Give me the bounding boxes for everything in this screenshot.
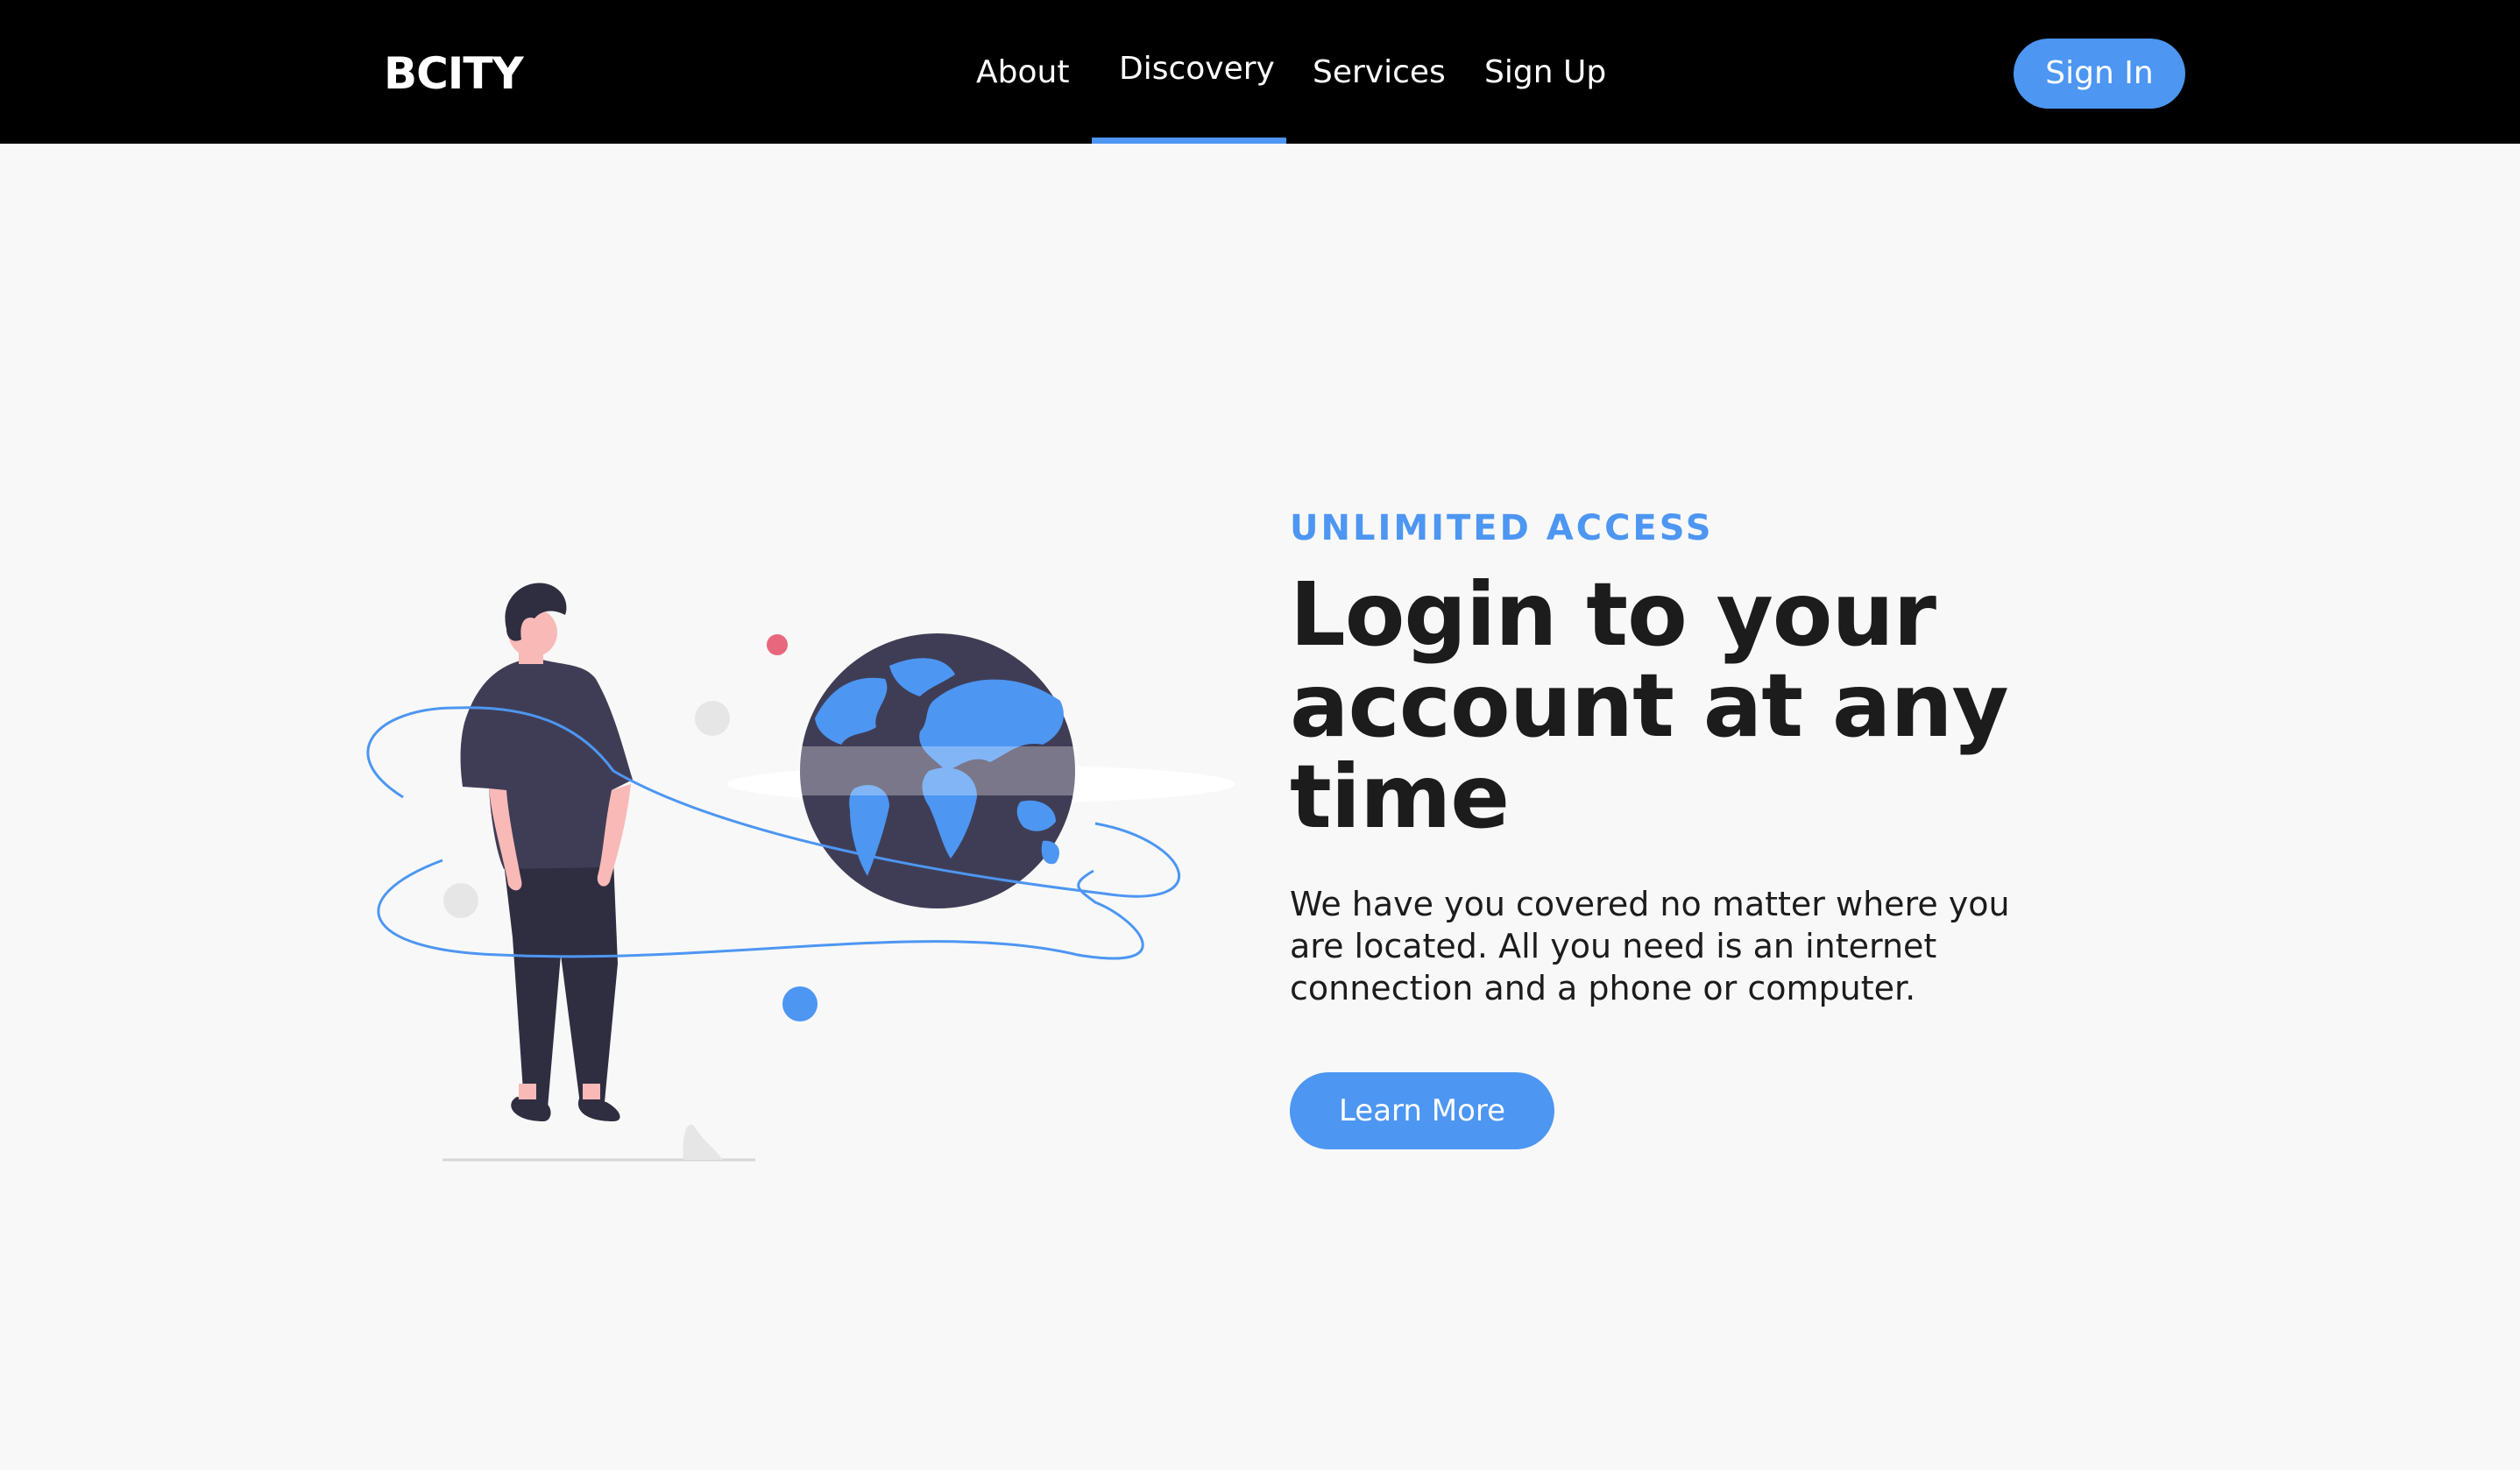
- sign-in-button[interactable]: Sign In: [2014, 39, 2185, 109]
- hero-description: We have you covered no matter where you …: [1290, 885, 2010, 1007]
- nav-active-indicator: [1092, 138, 1286, 144]
- hero-title: Login to your account at any time: [1290, 563, 2009, 848]
- dot-blue: [782, 986, 818, 1021]
- learn-more-button[interactable]: Learn More: [1290, 1072, 1554, 1149]
- plant: [683, 1124, 723, 1160]
- top-navbar: BCITY About Discovery Services Sign Up S…: [0, 0, 2520, 144]
- globe: [797, 633, 1078, 908]
- nav-about[interactable]: About: [976, 51, 1069, 95]
- hero-illustration: [350, 561, 1244, 1174]
- hero-eyebrow: UNLIMITED ACCESS: [1290, 508, 1714, 548]
- orbit-ring-2: [377, 859, 1144, 960]
- nav-sign-up[interactable]: Sign Up: [1484, 51, 1606, 95]
- person-figure: [460, 583, 633, 1121]
- brand-logo[interactable]: BCITY: [384, 47, 524, 100]
- dot-pink: [767, 634, 788, 655]
- dot-grey-left: [443, 883, 478, 918]
- person-with-globe-illustration: [366, 583, 1235, 1162]
- dot-grey-top: [695, 701, 730, 736]
- orbit-ring-back: [366, 706, 457, 799]
- nav-discovery[interactable]: Discovery: [1119, 47, 1275, 91]
- nav-services[interactable]: Services: [1313, 51, 1446, 95]
